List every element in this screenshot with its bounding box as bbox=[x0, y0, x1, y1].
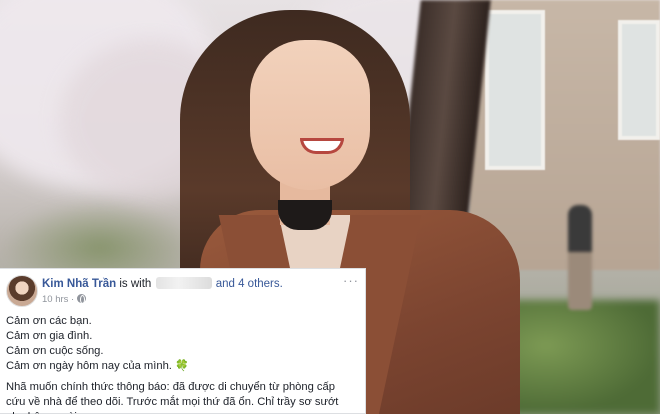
more-options-icon[interactable]: ··· bbox=[343, 274, 359, 287]
post-line: Cảm ơn ngày hôm nay của mình. bbox=[6, 360, 172, 372]
post-body: Cảm ơn các bạn. Cảm ơn gia đình. Cảm ơn … bbox=[6, 314, 357, 414]
building-window bbox=[618, 20, 660, 140]
post-line-last: Cảm ơn ngày hôm nay của mình. 🍀 bbox=[6, 359, 357, 374]
post-author-line: Kim Nhã Trần is with and 4 others. bbox=[42, 277, 283, 290]
subject-collar bbox=[278, 200, 332, 230]
with-text: is with bbox=[119, 278, 152, 290]
facebook-post: Kim Nhã Trần is with and 4 others. 10 hr… bbox=[0, 268, 366, 414]
subject-face bbox=[250, 40, 370, 190]
building-window bbox=[485, 10, 545, 170]
post-line: Cảm ơn các bạn. bbox=[6, 315, 92, 327]
post-line: Cảm ơn cuộc sống. bbox=[6, 345, 104, 357]
post-meta: 10 hrs · bbox=[42, 294, 86, 305]
post-timestamp[interactable]: 10 hrs bbox=[42, 294, 68, 305]
avatar[interactable] bbox=[6, 275, 38, 307]
post-line: Cảm ơn gia đình. bbox=[6, 330, 93, 342]
background-person bbox=[568, 205, 592, 310]
post-header: Kim Nhã Trần is with and 4 others. 10 hr… bbox=[6, 274, 359, 311]
blurred-tagged-name bbox=[155, 277, 212, 289]
post-announcement: Nhã muốn chính thức thông báo: đã được d… bbox=[6, 381, 339, 414]
tagged-others-link[interactable]: and 4 others. bbox=[216, 278, 283, 290]
globe-icon bbox=[76, 294, 86, 304]
clover-icon: 🍀 bbox=[175, 360, 189, 372]
meta-separator: · bbox=[71, 294, 75, 305]
author-name-link[interactable]: Kim Nhã Trần bbox=[42, 278, 116, 290]
